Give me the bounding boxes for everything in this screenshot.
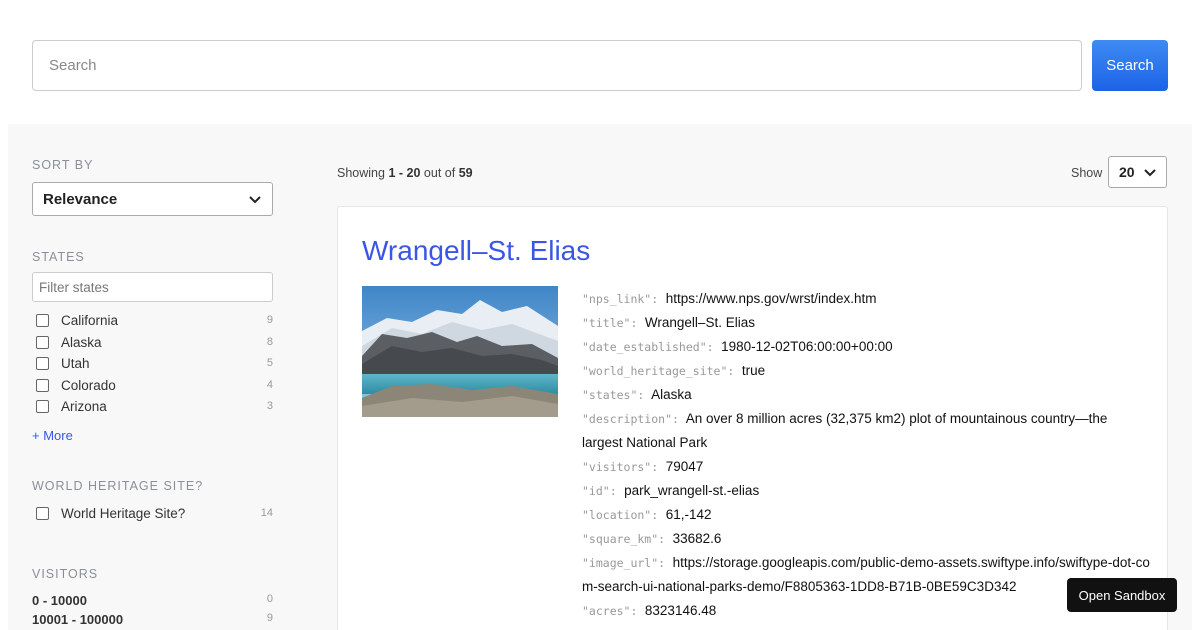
visitors-facet-title: Visitors bbox=[32, 567, 99, 581]
checkbox[interactable] bbox=[36, 506, 49, 520]
option-count: 3 bbox=[266, 400, 273, 412]
range-count: 9 bbox=[266, 612, 273, 624]
field-key: "visitors": bbox=[582, 460, 659, 474]
checkbox[interactable] bbox=[36, 399, 49, 413]
field-key: "acres": bbox=[582, 604, 638, 618]
option-count: 5 bbox=[266, 357, 273, 369]
search-button[interactable]: Search bbox=[1092, 40, 1168, 91]
result-title-link[interactable]: Wrangell–St. Elias bbox=[362, 235, 590, 267]
field-id: "id": park_wrangell-st.-elias bbox=[582, 479, 1150, 503]
field-description: "description": An over 8 million acres (… bbox=[582, 407, 1150, 455]
paging-prefix: Showing bbox=[337, 166, 385, 180]
option-label: Colorado bbox=[61, 377, 116, 393]
states-facet-title: States bbox=[32, 250, 85, 264]
option-label: Arizona bbox=[61, 398, 107, 414]
paging-total: 59 bbox=[458, 166, 473, 180]
state-option-colorado[interactable]: Colorado 4 bbox=[32, 375, 273, 395]
field-value: 8323146.48 bbox=[644, 603, 717, 618]
field-key: "square_km": bbox=[582, 532, 666, 546]
field-states: "states": Alaska bbox=[582, 383, 1150, 407]
whs-option[interactable]: World Heritage Site? 14 bbox=[32, 503, 273, 523]
option-label: Alaska bbox=[61, 334, 102, 350]
visitors-range-option[interactable]: 10001 - 100000 9 bbox=[32, 612, 273, 627]
field-value: 1980-12-02T06:00:00+00:00 bbox=[721, 339, 893, 354]
field-title: "title": Wrangell–St. Elias bbox=[582, 311, 1150, 335]
paging-end: 20 bbox=[406, 166, 421, 180]
range-label: 10001 - 100000 bbox=[32, 612, 124, 627]
open-sandbox-button[interactable]: Open Sandbox bbox=[1067, 578, 1177, 612]
field-value: 61,-142 bbox=[665, 507, 712, 522]
field-key: "id": bbox=[582, 484, 617, 498]
field-key: "world_heritage_site": bbox=[582, 364, 735, 378]
paging-separator: - bbox=[398, 166, 404, 180]
field-key: "nps_link": bbox=[582, 292, 659, 306]
field-visitors: "visitors": 79047 bbox=[582, 455, 1150, 479]
sort-by-title: Sort by bbox=[32, 158, 94, 172]
field-value: https://storage.googleapis.com/public-de… bbox=[582, 555, 1150, 594]
field-square-km: "square_km": 33682.6 bbox=[582, 527, 1150, 551]
field-key: "title": bbox=[582, 316, 638, 330]
field-nps-link: "nps_link": https://www.nps.gov/wrst/ind… bbox=[582, 287, 1150, 311]
result-fields: "nps_link": https://www.nps.gov/wrst/ind… bbox=[582, 287, 1150, 623]
page-size-select[interactable]: 20 bbox=[1108, 156, 1167, 188]
option-label: Utah bbox=[61, 355, 90, 371]
field-key: "description": bbox=[582, 412, 679, 426]
range-label: 0 - 10000 bbox=[32, 593, 87, 608]
search-input[interactable] bbox=[32, 40, 1082, 91]
checkbox[interactable] bbox=[36, 356, 49, 370]
chevron-down-icon bbox=[1144, 169, 1156, 177]
field-location: "location": 61,-142 bbox=[582, 503, 1150, 527]
field-value: park_wrangell-st.-elias bbox=[624, 483, 760, 498]
mountain-landscape-image bbox=[362, 286, 558, 417]
state-option-utah[interactable]: Utah 5 bbox=[32, 353, 273, 373]
result-image bbox=[362, 286, 558, 417]
checkbox[interactable] bbox=[36, 335, 49, 349]
field-value: 33682.6 bbox=[672, 531, 722, 546]
option-count: 8 bbox=[266, 336, 273, 348]
state-option-arizona[interactable]: Arizona 3 bbox=[32, 396, 273, 416]
states-more-link[interactable]: + More bbox=[32, 428, 73, 443]
option-label: World Heritage Site? bbox=[61, 505, 186, 521]
chevron-down-icon bbox=[249, 196, 261, 204]
paging-info: Showing 1 - 20 out of 59 bbox=[337, 166, 473, 180]
checkbox[interactable] bbox=[36, 378, 49, 392]
field-value: https://www.nps.gov/wrst/index.htm bbox=[665, 291, 877, 306]
sort-selected-value: Relevance bbox=[43, 190, 118, 208]
result-card: Wrangell–St. Elias "nps_link": https://w… bbox=[337, 206, 1168, 630]
page-size-label: Show bbox=[1071, 166, 1103, 180]
field-key: "date_established": bbox=[582, 340, 714, 354]
state-option-california[interactable]: California 9 bbox=[32, 310, 273, 330]
field-value: 79047 bbox=[665, 459, 704, 474]
state-option-alaska[interactable]: Alaska 8 bbox=[32, 332, 273, 352]
visitors-range-option[interactable]: 0 - 10000 0 bbox=[32, 593, 273, 608]
field-acres: "acres": 8323146.48 bbox=[582, 599, 1150, 623]
option-count: 4 bbox=[266, 379, 273, 391]
field-key: "location": bbox=[582, 508, 659, 522]
field-key: "states": bbox=[582, 388, 645, 402]
checkbox[interactable] bbox=[36, 313, 49, 327]
filter-states-input[interactable] bbox=[32, 272, 273, 302]
paging-out-of: out of bbox=[423, 166, 456, 180]
field-value: true bbox=[741, 363, 766, 378]
field-value: Wrangell–St. Elias bbox=[644, 315, 755, 330]
field-world-heritage-site: "world_heritage_site": true bbox=[582, 359, 1150, 383]
paging-start: 1 bbox=[388, 166, 396, 180]
results-body: Sort by Relevance States California 9 Al… bbox=[8, 124, 1192, 630]
search-header: Search bbox=[0, 0, 1200, 124]
field-image-url: "image_url": https://storage.googleapis.… bbox=[582, 551, 1150, 599]
field-key: "image_url": bbox=[582, 556, 666, 570]
field-date-established: "date_established": 1980-12-02T06:00:00+… bbox=[582, 335, 1150, 359]
option-count: 14 bbox=[260, 507, 273, 519]
page-size-value: 20 bbox=[1119, 164, 1135, 180]
field-value: Alaska bbox=[651, 387, 692, 402]
option-label: California bbox=[61, 312, 119, 328]
option-count: 9 bbox=[266, 314, 273, 326]
range-count: 0 bbox=[266, 593, 273, 605]
whs-facet-title: World Heritage Site? bbox=[32, 479, 204, 493]
sort-select[interactable]: Relevance bbox=[32, 182, 273, 216]
